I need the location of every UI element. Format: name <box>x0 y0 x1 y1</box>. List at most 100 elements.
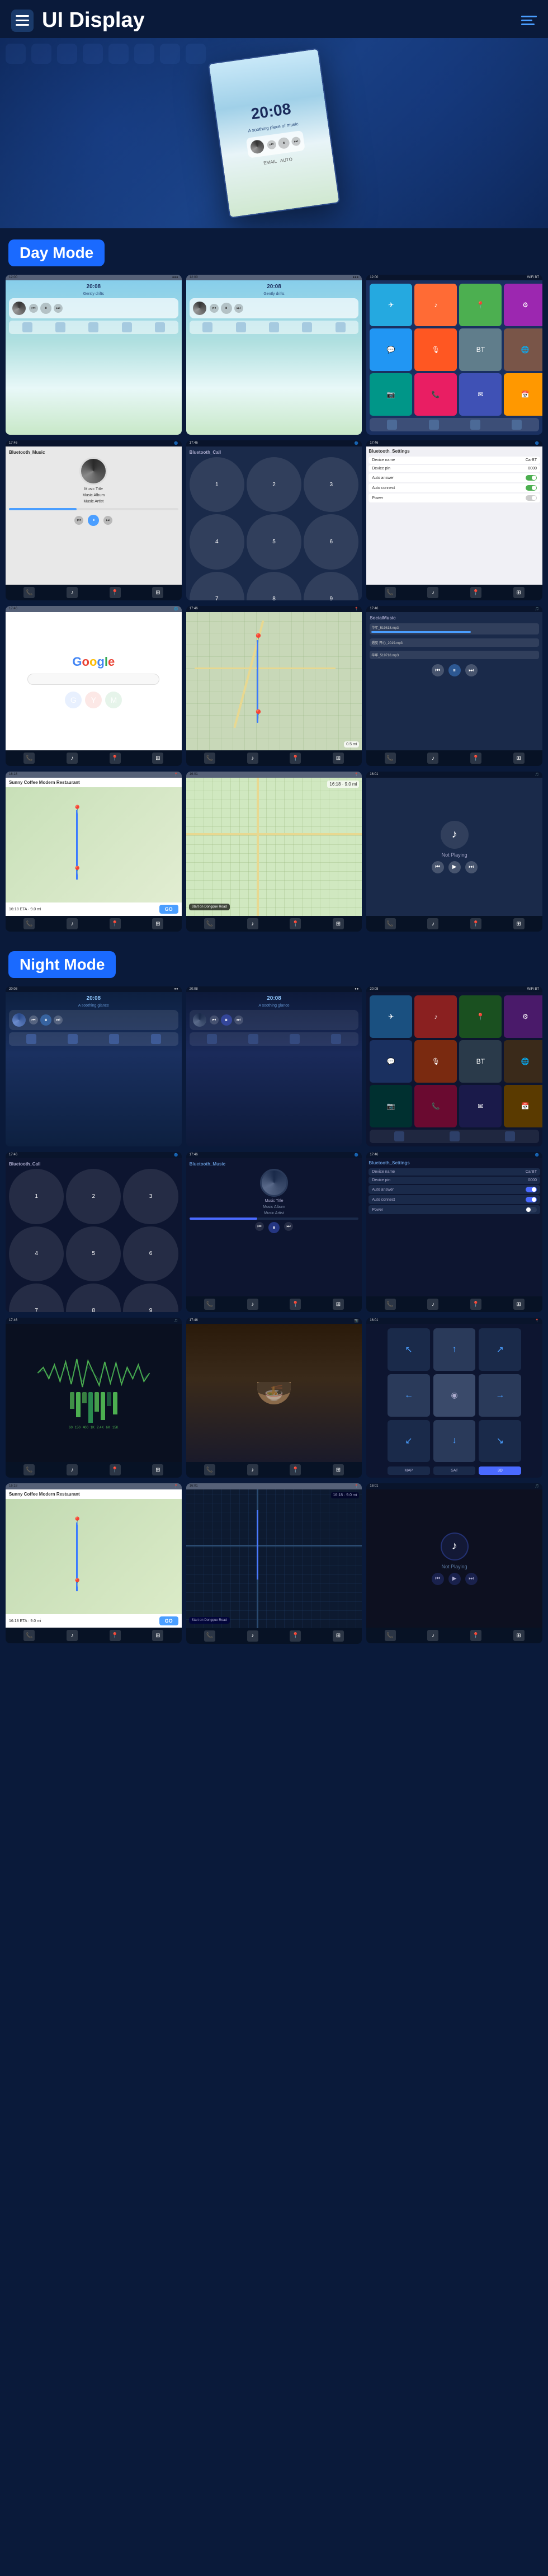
track-1[interactable]: 华年_519818.mp3 <box>370 623 539 634</box>
night-apps-nav-3[interactable] <box>505 1131 515 1141</box>
night-app-2[interactable]: ♪ <box>414 995 457 1038</box>
nav-arrow-down[interactable]: ↓ <box>433 1420 476 1463</box>
nr-bb-2[interactable]: ♪ <box>67 1630 78 1641</box>
key-9[interactable]: 9 <box>304 572 358 601</box>
np-prev[interactable]: ⏮ <box>432 861 444 873</box>
nav-icon-map-1[interactable] <box>88 322 98 332</box>
night-app-3[interactable]: 📍 <box>459 995 502 1038</box>
nn-bb-1[interactable]: 📞 <box>204 1630 215 1642</box>
hero-play-btn[interactable]: ⏸ <box>277 137 290 149</box>
map-bb-music[interactable]: ♪ <box>247 753 258 764</box>
night-nav2-2[interactable] <box>248 1034 258 1044</box>
google-search-bar[interactable] <box>27 674 159 685</box>
night-next-2[interactable]: ⏭ <box>234 1016 243 1024</box>
nav-bb-apps[interactable]: ⊞ <box>333 918 344 929</box>
night-apps-nav-1[interactable] <box>394 1131 404 1141</box>
nav-icon-music-1[interactable] <box>55 322 65 332</box>
night-app-7[interactable]: 🌐 <box>504 1040 542 1083</box>
app-settings[interactable]: ⚙ <box>504 284 542 326</box>
shortcut-3[interactable]: M <box>105 692 122 708</box>
night-nav-3[interactable] <box>109 1034 119 1044</box>
night-key-5[interactable]: 5 <box>66 1226 121 1281</box>
track-3[interactable]: 华年_519718.mp3 <box>370 651 539 659</box>
nav-icon-music-2[interactable] <box>236 322 246 332</box>
nnp-bb-3[interactable]: 📍 <box>470 1630 481 1641</box>
bb-phone[interactable]: 📞 <box>23 587 35 598</box>
nav-arrow-tr[interactable]: ↗ <box>479 1328 521 1371</box>
nav-bb-map[interactable]: 📍 <box>290 918 301 929</box>
nav-icon-apps-2[interactable] <box>302 322 312 332</box>
nav-center[interactable]: ◉ <box>433 1374 476 1417</box>
nr-bb-3[interactable]: 📍 <box>110 1630 121 1641</box>
music-next[interactable]: ⏭ <box>103 516 112 525</box>
prev-btn-1[interactable]: ⏮ <box>29 304 38 313</box>
wv-bb-3[interactable]: 📍 <box>110 1464 121 1475</box>
nm-bb-1[interactable]: 📞 <box>204 1299 215 1310</box>
app-calendar[interactable]: 📅 <box>504 373 542 416</box>
night-np-prev[interactable]: ⏮ <box>432 1573 444 1585</box>
nav-phone[interactable] <box>387 420 397 430</box>
settings-power[interactable]: Power <box>369 493 540 502</box>
np-bb-map[interactable]: 📍 <box>470 918 481 929</box>
night-app-11[interactable]: 📅 <box>504 1085 542 1127</box>
map-bb-phone[interactable]: 📞 <box>204 753 215 764</box>
wv-bb-1[interactable]: 📞 <box>23 1464 35 1475</box>
night-music-prev[interactable]: ⏮ <box>255 1222 264 1231</box>
soc-bb-phone[interactable]: 📞 <box>385 753 396 764</box>
night-nav2-4[interactable] <box>331 1034 341 1044</box>
prev-btn-2[interactable]: ⏮ <box>210 304 219 313</box>
np-bb-music[interactable]: ♪ <box>427 918 438 929</box>
set-bb-apps[interactable]: ⊞ <box>513 587 525 598</box>
night-nav2-3[interactable] <box>290 1034 300 1044</box>
fd-bb-1[interactable]: 📞 <box>204 1464 215 1475</box>
key-2[interactable]: 2 <box>247 457 301 512</box>
key-6[interactable]: 6 <box>304 514 358 569</box>
nnp-bb-2[interactable]: ♪ <box>427 1630 438 1641</box>
night-power[interactable]: Power <box>369 1205 540 1214</box>
night-auto-answer[interactable]: Auto answer <box>369 1185 540 1194</box>
rest-bb-apps[interactable]: ⊞ <box>152 918 163 929</box>
nnp-bb-4[interactable]: ⊞ <box>513 1630 525 1641</box>
app-telegram[interactable]: ✈ <box>370 284 412 326</box>
night-auto-connect-toggle[interactable] <box>526 1197 537 1202</box>
app-music[interactable]: ♪ <box>414 284 457 326</box>
key-4[interactable]: 4 <box>190 514 244 569</box>
nav-btn-1[interactable]: MAP <box>388 1466 430 1475</box>
g-bb-map[interactable]: 📍 <box>110 753 121 764</box>
nav-icon-phone-2[interactable] <box>202 322 212 332</box>
nav-icon-phone-1[interactable] <box>22 322 32 332</box>
night-app-10[interactable]: ✉ <box>459 1085 502 1127</box>
nav-music[interactable] <box>429 420 439 430</box>
bb-apps[interactable]: ⊞ <box>152 587 163 598</box>
menu-icon[interactable] <box>11 10 34 32</box>
night-key-4[interactable]: 4 <box>9 1226 64 1281</box>
night-key-7[interactable]: 7 <box>9 1284 64 1313</box>
app-maps[interactable]: 📍 <box>459 284 502 326</box>
map-bb-apps[interactable]: ⊞ <box>333 753 344 764</box>
night-app-9[interactable]: 📞 <box>414 1085 457 1127</box>
night-app-4[interactable]: ⚙ <box>504 995 542 1038</box>
set-bb-phone[interactable]: 📞 <box>385 587 396 598</box>
nav-bb-phone[interactable]: 📞 <box>204 918 215 929</box>
night-next-1[interactable]: ⏭ <box>54 1016 63 1024</box>
app-phone[interactable]: 📞 <box>414 373 457 416</box>
night-app-5[interactable]: 💬 <box>370 1040 412 1083</box>
night-music-next[interactable]: ⏭ <box>284 1222 293 1231</box>
nav-arrow-up[interactable]: ↑ <box>433 1328 476 1371</box>
next-btn-2[interactable]: ⏭ <box>234 304 243 313</box>
auto-answer-toggle[interactable] <box>526 475 537 481</box>
nav-icon-set-2[interactable] <box>336 322 346 332</box>
night-key-9[interactable]: 9 <box>123 1284 178 1313</box>
night-power-toggle[interactable] <box>526 1207 537 1212</box>
nn-bb-3[interactable]: 📍 <box>290 1630 301 1642</box>
night-app-1[interactable]: ✈ <box>370 995 412 1038</box>
night-nav-1[interactable] <box>26 1034 36 1044</box>
g-bb-music[interactable]: ♪ <box>67 753 78 764</box>
shortcut-1[interactable]: G <box>65 692 82 708</box>
np-bb-phone[interactable]: 📞 <box>385 918 396 929</box>
fd-bb-2[interactable]: ♪ <box>247 1464 258 1475</box>
nav-arrow-tl[interactable]: ↖ <box>388 1328 430 1371</box>
rest-bb-map[interactable]: 📍 <box>110 918 121 929</box>
social-prev[interactable]: ⏮ <box>432 664 444 676</box>
night-nav-4[interactable] <box>151 1034 161 1044</box>
